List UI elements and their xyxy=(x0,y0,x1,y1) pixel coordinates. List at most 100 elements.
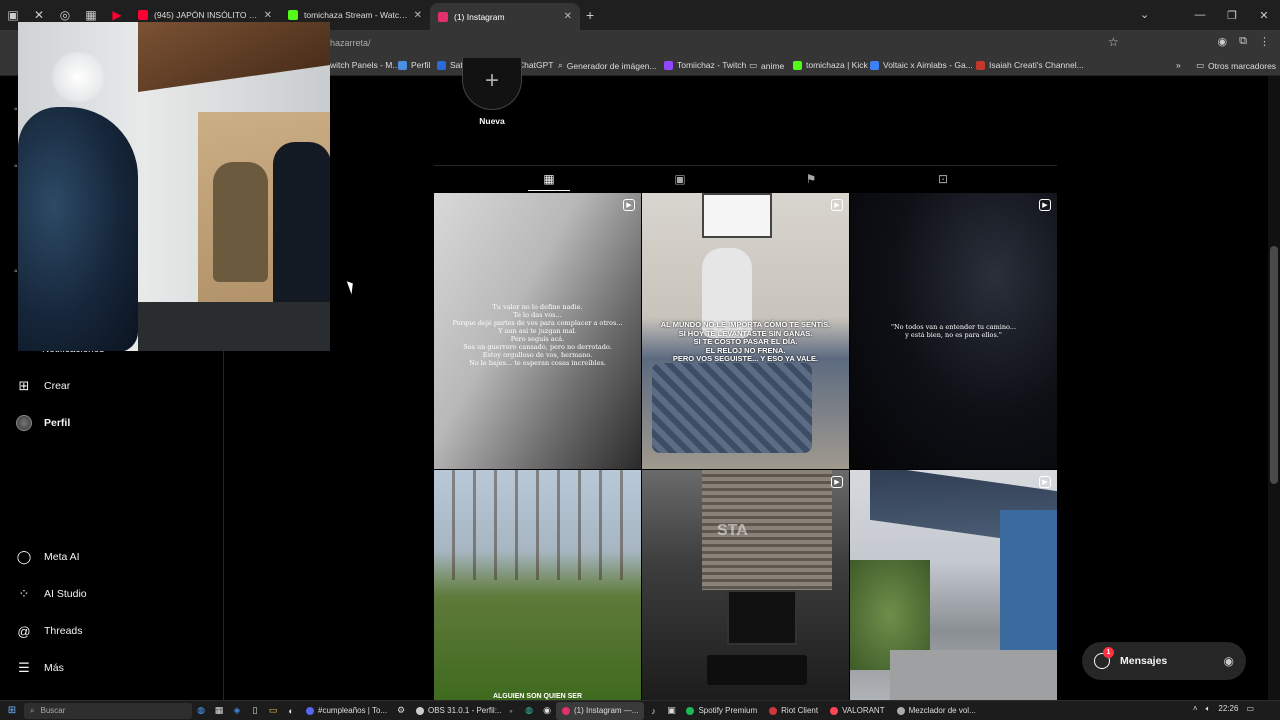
sidebar-partial-icon[interactable]: ◦ xyxy=(14,161,18,172)
threads-icon: @ xyxy=(17,623,31,639)
extensions-icon[interactable]: ⧉ xyxy=(1239,35,1247,48)
new-highlight-label: Nueva xyxy=(479,116,505,126)
ai-studio-icon: ⁘ xyxy=(18,586,30,601)
post-thumbnail[interactable]: ▶ Tu valor no lo define nadie. Te lo das… xyxy=(434,193,641,469)
close-icon[interactable]: ✕ xyxy=(264,10,272,21)
app-icon[interactable]: ▣ xyxy=(662,705,680,716)
bookmark-folder[interactable]: ▭ anime xyxy=(749,60,784,71)
minimize-icon[interactable]: — xyxy=(1184,0,1216,30)
active-tab-indicator xyxy=(528,190,570,191)
page-scrollbar[interactable] xyxy=(1268,76,1280,700)
taskbar-app[interactable]: Riot Client xyxy=(763,702,824,720)
reels-icon: ▣ xyxy=(674,172,686,186)
volume-icon[interactable]: 🔈︎ xyxy=(1206,704,1211,714)
tab-saved[interactable]: ⚑ xyxy=(800,170,822,188)
bookmarks-overflow-icon[interactable]: » xyxy=(1176,60,1181,70)
sidebar-item-create[interactable]: ⊞ Crear xyxy=(16,378,71,394)
star-icon[interactable]: ☆ xyxy=(1108,35,1119,49)
scrollbar-thumb[interactable] xyxy=(1270,246,1278,484)
notifications-icon[interactable]: ▭ xyxy=(1246,704,1254,714)
chrome-icon[interactable]: ◉ xyxy=(538,705,556,716)
bookmark-favicon xyxy=(398,60,407,70)
taskbar-app[interactable]: Spotify Premium xyxy=(680,702,763,720)
tab-reels[interactable]: ▣ xyxy=(669,170,691,188)
steam-icon[interactable]: ◐ xyxy=(282,706,300,716)
bookmark-item[interactable]: Tomiichaz - Twitch xyxy=(664,60,746,70)
conversation-avatars: ◉ xyxy=(1223,654,1234,668)
sidebar-item-more[interactable]: ☰ Más xyxy=(16,660,64,676)
reel-icon: ▶ xyxy=(1039,476,1051,488)
taskbar-app-label: (1) Instagram —... xyxy=(574,706,639,715)
messages-button[interactable]: 1 Mensajes ◉ xyxy=(1082,642,1246,680)
taskbar-search[interactable]: ⌕ Buscar xyxy=(24,702,192,719)
bookmark-label: tomichaza | Kick xyxy=(806,60,868,70)
new-tab-button[interactable]: + xyxy=(586,7,594,23)
bookmark-label: Voltaic x Aimlabs - Ga... xyxy=(883,60,973,70)
post-thumbnail[interactable]: ▶ AL MUNDO NO LE IMPORTA CÓMO TE SENTÍS.… xyxy=(642,193,849,469)
chevron-up-icon[interactable]: ˄ xyxy=(1193,704,1198,714)
restore-icon[interactable]: ❐ xyxy=(1216,0,1248,30)
bookmark-item[interactable]: tomichaza | Kick xyxy=(793,60,868,70)
chevron-down-icon[interactable]: ⌄ xyxy=(1140,8,1149,21)
tab-title: (945) JAPÓN INSÓLITO | Las ma xyxy=(154,10,258,20)
app-icon[interactable]: ◦ xyxy=(502,706,520,716)
close-window-icon[interactable]: ✕ xyxy=(1248,0,1280,30)
post-image-walkway xyxy=(890,650,1057,700)
bookmark-item[interactable]: witch Panels - M... xyxy=(330,60,399,70)
bookmark-item[interactable]: Isaiah Creati's Channel... xyxy=(976,60,1084,70)
outlook-icon[interactable]: ◈ xyxy=(228,705,246,716)
bookmark-item[interactable]: ⌕ Generador de imágen... xyxy=(558,60,657,71)
time-display[interactable]: 22:26 xyxy=(1218,704,1238,714)
taskbar-app[interactable]: VALORANT xyxy=(824,702,891,720)
post-thumbnail[interactable]: STA ▶ xyxy=(642,470,849,700)
tagged-icon: ⊡ xyxy=(937,172,949,186)
post-image-wall xyxy=(1000,510,1057,660)
edge-icon[interactable]: ◍ xyxy=(520,705,538,716)
more-menu-icon[interactable]: ⋮ xyxy=(1259,35,1270,48)
taskbar-app[interactable]: #cumpleaños | To... xyxy=(300,702,392,720)
url-text[interactable]: hazarreta/ xyxy=(330,38,371,48)
tab-tagged[interactable]: ⊡ xyxy=(932,170,954,188)
kick-icon xyxy=(793,60,802,70)
bookmark-item[interactable]: Voltaic x Aimlabs - Ga... xyxy=(870,60,973,70)
toolbar-icons: ◉ ⧉ ⋮ xyxy=(1218,35,1270,48)
browser-icon[interactable]: ◍ xyxy=(192,705,210,716)
other-bookmarks[interactable]: ▭ Otros marcadores xyxy=(1196,60,1276,71)
sidebar-partial-icon[interactable]: ◦ xyxy=(14,104,18,115)
unread-badge: 1 xyxy=(1103,647,1114,658)
sidebar-item-threads[interactable]: @ Threads xyxy=(16,623,82,639)
profile-tabs: ▦ ▣ ⚑ ⊡ xyxy=(434,165,1057,193)
close-icon[interactable]: ✕ xyxy=(564,11,572,22)
sidebar-item-ai-studio[interactable]: ⁘ AI Studio xyxy=(16,586,87,602)
settings-icon[interactable]: ⚙ xyxy=(392,705,410,716)
folder-icon[interactable]: ▭ xyxy=(264,705,282,716)
tiktok-icon[interactable]: ♪ xyxy=(644,706,662,716)
taskbar-app[interactable]: Mezclador de vol... xyxy=(891,702,982,720)
taskbar-app-label: OBS 31.0.1 - Perfil:... xyxy=(428,706,502,715)
new-highlight-button[interactable]: + xyxy=(462,58,522,110)
bookmark-item[interactable]: Perfil xyxy=(398,60,430,70)
sidebar-item-meta-ai[interactable]: ◯ Meta AI xyxy=(16,549,80,565)
taskbar-app-active[interactable]: (1) Instagram —... xyxy=(556,701,645,720)
sidebar-item-label: Crear xyxy=(44,380,71,392)
post-thumbnail[interactable]: ▶ xyxy=(850,470,1057,700)
store-icon[interactable]: ▦ xyxy=(210,705,228,716)
system-tray: ˄ 🔈︎ 22:26 ▭ xyxy=(1193,704,1254,714)
sidebar-item-profile[interactable]: Perfil xyxy=(16,415,70,431)
taskbar-app[interactable]: OBS 31.0.1 - Perfil:... xyxy=(410,702,502,720)
post-thumbnail[interactable]: ▶ "No todos van a entender tu camino... … xyxy=(850,193,1057,469)
file-icon[interactable]: ▯ xyxy=(246,705,264,716)
close-icon[interactable]: ✕ xyxy=(414,10,422,21)
profile-icon[interactable]: ◉ xyxy=(1218,35,1228,48)
tab-title: (1) Instagram xyxy=(454,11,505,22)
sidebar-partial-icon[interactable]: ◦ xyxy=(14,266,18,277)
post-caption: STA xyxy=(717,522,748,539)
bookmark-label: Tomiichaz - Twitch xyxy=(677,60,747,70)
sidebar-item-label: AI Studio xyxy=(44,588,87,600)
post-thumbnail[interactable]: ALGUIEN SON QUIEN SER xyxy=(434,470,641,700)
tab-posts[interactable]: ▦ xyxy=(538,170,560,188)
bookmark-label: Perfil xyxy=(411,60,431,70)
windows-start-icon[interactable]: ⊞ xyxy=(0,705,24,716)
bookmark-label: Otros marcadores xyxy=(1208,60,1277,71)
browser-tab-active[interactable]: (1) Instagram ✕ xyxy=(430,3,580,30)
